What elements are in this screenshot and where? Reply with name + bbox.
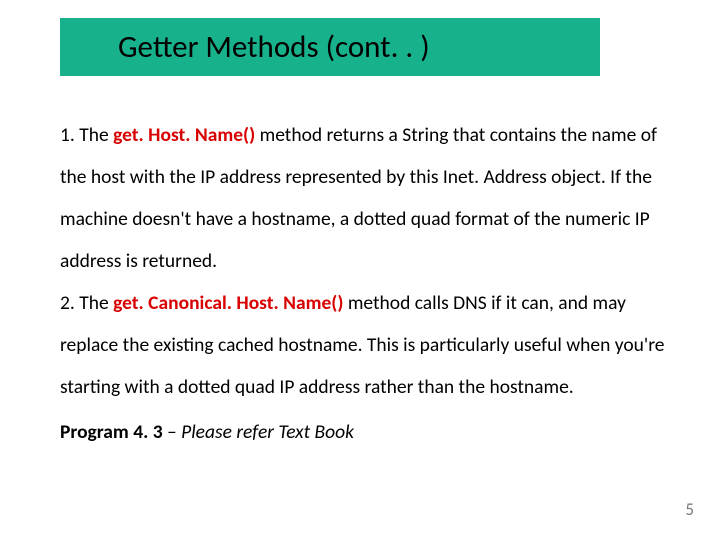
slide: Getter Methods (cont. . ) 1. The get. Ho…: [0, 0, 720, 540]
p1-prefix: 1. The: [60, 123, 113, 147]
paragraph-2: 2. The get. Canonical. Host. Name() meth…: [60, 283, 675, 409]
page-number: 5: [685, 499, 694, 520]
body-text: 1. The get. Host. Name() method returns …: [60, 115, 675, 454]
method-name-2: get. Canonical. Host. Name(): [113, 291, 343, 315]
program-sep: –: [163, 420, 182, 444]
paragraph-1: 1. The get. Host. Name() method returns …: [60, 115, 675, 283]
p2-prefix: 2. The: [60, 291, 113, 315]
program-ref: Please refer Text Book: [181, 420, 354, 444]
program-line: Program 4. 3 – Please refer Text Book: [60, 408, 675, 454]
title-box: Getter Methods (cont. . ): [60, 18, 600, 76]
method-name-1: get. Host. Name(): [113, 123, 255, 147]
slide-title: Getter Methods (cont. . ): [118, 28, 430, 66]
program-label: Program 4. 3: [60, 420, 163, 444]
